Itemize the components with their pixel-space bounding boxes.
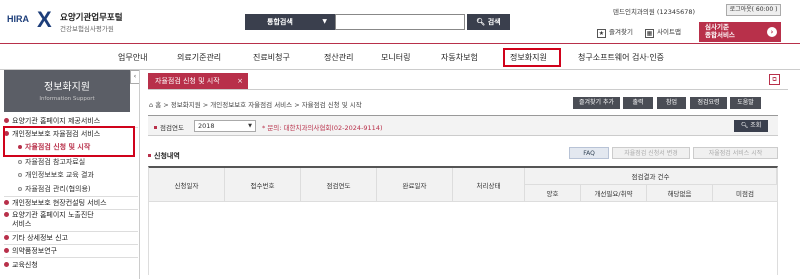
logo-x-icon: X <box>37 7 52 32</box>
bullet-icon <box>148 154 151 157</box>
divider <box>4 196 138 197</box>
sidebar-item-exposure-diagnosis[interactable]: 요양기관 홈페이지 노출진단 <box>4 211 138 220</box>
participate-button[interactable]: 참업 <box>657 97 686 109</box>
sidebar-item-drug-research[interactable]: 의약품정보연구 <box>4 247 138 256</box>
sidebar-highlight-box <box>3 126 135 157</box>
sidebar-header: 정보화지원 Information Support <box>4 70 130 112</box>
bullet-icon <box>4 248 9 253</box>
home-icon[interactable]: ⌂ <box>149 101 153 109</box>
table-subheader: 개선필요/취약 <box>581 185 647 202</box>
review-criteria-button[interactable]: 심사기준 종합서비스 › <box>699 22 781 42</box>
sidebar-subtitle: Information Support <box>39 96 95 102</box>
table-subheader: 해당없음 <box>647 185 713 202</box>
help-button[interactable]: 도움말 <box>730 97 761 109</box>
search-icon: 🔍︎ <box>740 122 749 129</box>
bullet-icon <box>18 173 22 177</box>
chevron-down-icon: ▼ <box>248 123 252 129</box>
nav-item-medical-standards[interactable]: 의료기준관리 <box>177 52 221 63</box>
nav-item-software-cert[interactable]: 청구소프트웨어 검사·인증 <box>578 52 664 63</box>
filter-bar: 점검연도 2018 ▼ * 문의: 대한치과의사협회(02-2024-9114)… <box>148 115 778 136</box>
sitemap-icon: ▦ <box>645 29 654 38</box>
nav-active-highlight <box>503 48 561 67</box>
divider <box>4 209 138 210</box>
table-subheader: 미점검 <box>713 185 777 202</box>
bullet-icon <box>154 126 157 129</box>
bullet-icon <box>18 187 22 191</box>
search-submit-button[interactable]: 🔍︎ 조회 <box>734 120 768 132</box>
nav-item-claims[interactable]: 진료비청구 <box>253 52 290 63</box>
table-header: 점검연도 <box>301 168 377 202</box>
chevron-down-icon: ▼ <box>322 18 327 25</box>
table-header: 완료일자 <box>377 168 453 202</box>
year-select[interactable]: 2018 ▼ <box>194 120 256 132</box>
bullet-icon <box>4 200 9 205</box>
sitemap-link[interactable]: ▦ 사이트맵 <box>645 26 681 38</box>
sidebar-item-homepage-service[interactable]: 요양기관 홈페이지 제공서비스 <box>4 117 138 126</box>
sidebar-title: 정보화지원 <box>44 82 90 93</box>
hira-logo[interactable]: HIRA X 요양기관업무포털 건강보험심사평가원 <box>7 6 137 38</box>
table-header: 신청일자 <box>149 168 225 202</box>
sidebar-border <box>139 70 140 279</box>
sidebar-item-detail-report[interactable]: 기타 상세정보 신고 <box>4 234 138 243</box>
close-icon[interactable]: × <box>237 73 243 89</box>
bullet-icon <box>18 160 22 164</box>
inquiry-note: * 문의: 대한치과의사협회(02-2024-9114) <box>262 124 383 132</box>
print-button[interactable]: 출력 <box>623 97 653 109</box>
table-subheader: 양호 <box>525 185 581 202</box>
nav-item-guide[interactable]: 업무안내 <box>118 52 147 63</box>
sidebar-item-exposure-diagnosis-cont: 서비스 <box>12 220 32 228</box>
divider <box>4 231 138 232</box>
sidebar-subitem-selfcheck-admin[interactable]: 자율점검 관리(협의용) <box>4 185 138 194</box>
add-favorite-button[interactable]: 즐겨찾기 추가 <box>573 97 620 109</box>
tab-selfcheck-apply[interactable]: 자율점검 신청 및 시작 × <box>148 73 248 89</box>
search-icon: 🔍︎ <box>476 18 486 26</box>
user-name: 덴드인치과의원 (12345678) <box>613 8 696 16</box>
logo-title: 요양기관업무포털 <box>60 13 123 23</box>
tab-divider <box>148 89 788 90</box>
faq-button[interactable]: FAQ <box>569 147 609 159</box>
nav-item-settlement[interactable]: 정산관리 <box>324 52 353 63</box>
divider <box>4 244 138 245</box>
nav-item-auto-insurance[interactable]: 자동차보험 <box>441 52 478 63</box>
sidebar-subitem-reference-library[interactable]: 자율점검 참고자료실 <box>4 158 138 167</box>
bullet-icon <box>4 235 9 240</box>
table-header: 처리상태 <box>453 168 525 202</box>
breadcrumb: ⌂ 홈 > 정보화지원 > 개인정보보호 자율점검 서비스 > 자율점검 신청 … <box>149 101 362 109</box>
logout-button[interactable]: 로그아웃( 60:00 ) <box>726 4 781 16</box>
search-category-select[interactable]: 통합검색 ▼ <box>245 14 335 30</box>
bullet-icon <box>4 118 9 123</box>
table-group-header: 점검결과 건수 <box>525 168 777 185</box>
bullet-icon <box>4 212 9 217</box>
arrow-right-icon: › <box>767 27 777 37</box>
section-title: 신청내역 <box>148 151 180 161</box>
year-label: 점검연도 <box>154 122 184 132</box>
bullet-icon <box>4 262 9 267</box>
table-header: 접수번호 <box>225 168 301 202</box>
star-icon: ★ <box>597 29 606 38</box>
tab-list-icon[interactable]: ⧉ <box>769 74 780 85</box>
search-bar: 통합검색 ▼ 🔍︎ 검색 <box>245 14 510 30</box>
service-start-button[interactable]: 자율점검 서비스 시작 <box>693 147 778 159</box>
main-nav: 업무안내 의료기준관리 진료비청구 정산관리 모니터링 자동차보험 정보화지원 … <box>0 44 800 70</box>
divider <box>4 257 138 258</box>
sidebar-item-onsite-consulting[interactable]: 개인정보보호 현장컨설팅 서비스 <box>4 199 138 208</box>
logo-mark: HIRA <box>7 14 29 24</box>
check-guide-button[interactable]: 점검요령 <box>690 97 727 109</box>
sidebar-subitem-education-result[interactable]: 개인정보보호 교육 결과 <box>4 171 138 180</box>
favorites-link[interactable]: ★ 즐겨찾기 <box>597 26 633 38</box>
search-button[interactable]: 🔍︎ 검색 <box>467 14 510 30</box>
logo-subtitle: 건강보험심사평가원 <box>60 25 114 33</box>
nav-item-monitoring[interactable]: 모니터링 <box>381 52 410 63</box>
search-input[interactable] <box>335 14 465 30</box>
sidebar-item-education-apply[interactable]: 교육신청 <box>4 261 138 270</box>
application-table: 신청일자 접수번호 점검연도 완료일자 처리상태 점검결과 건수 양호 개선필요… <box>148 166 778 275</box>
apply-change-button[interactable]: 자율점검 신청서 변경 <box>612 147 690 159</box>
